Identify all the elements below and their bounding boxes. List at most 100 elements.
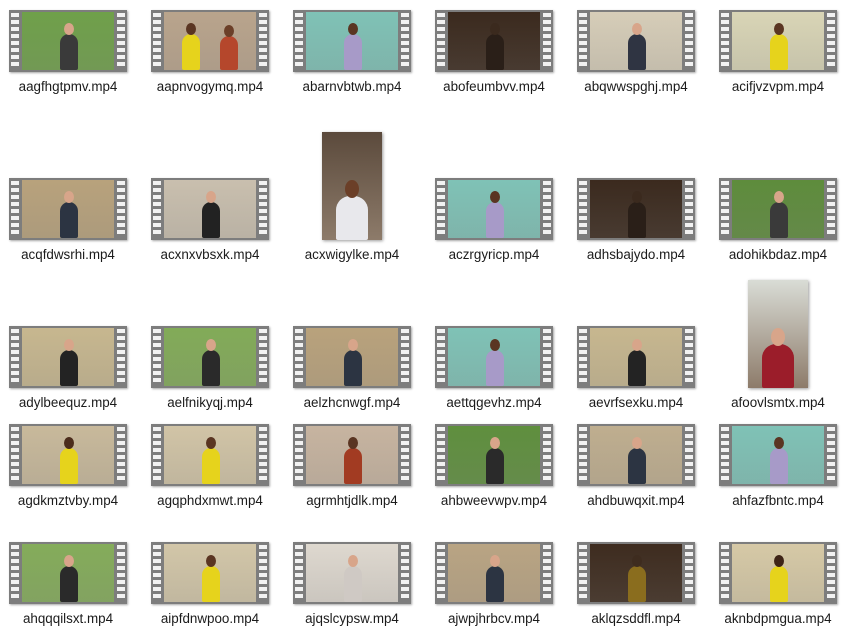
film-sprocket-left [437, 545, 445, 601]
file-name-label: aipfdnwpoo.mp4 [160, 611, 260, 626]
file-thumbnail[interactable] [2, 326, 134, 388]
file-item[interactable]: acqfdwsrhi.mp4 [2, 178, 134, 263]
file-name-label: ahqqqilsxt.mp4 [22, 611, 114, 626]
file-item[interactable]: aevrfsexku.mp4 [570, 326, 702, 411]
file-thumbnail[interactable] [712, 424, 842, 486]
file-thumbnail[interactable] [712, 10, 842, 72]
file-thumbnail[interactable] [712, 280, 842, 388]
file-thumbnail[interactable] [2, 10, 134, 72]
video-thumbnail-icon [577, 542, 695, 604]
video-frame [164, 544, 256, 602]
file-item[interactable]: aelzhcnwgf.mp4 [286, 326, 418, 411]
film-sprocket-right [117, 427, 125, 483]
file-item[interactable]: acxnxvbsxk.mp4 [144, 178, 276, 263]
file-item[interactable]: aapnvogymq.mp4 [144, 10, 276, 95]
file-thumbnail[interactable] [286, 424, 418, 486]
file-thumbnail[interactable] [428, 10, 560, 72]
file-item[interactable]: ahqqqilsxt.mp4 [2, 542, 134, 627]
file-name-label: agrmhtjdlk.mp4 [306, 493, 398, 508]
file-thumbnail[interactable] [428, 424, 560, 486]
file-item[interactable]: ajwpjhrbcv.mp4 [428, 542, 560, 627]
file-thumbnail[interactable] [570, 424, 702, 486]
film-sprocket-left [721, 13, 729, 69]
video-frame [732, 12, 824, 70]
file-name-label: aagfhgtpmv.mp4 [18, 79, 118, 94]
file-name-label: adylbeequz.mp4 [18, 395, 118, 410]
file-thumbnail[interactable] [428, 326, 560, 388]
file-item[interactable]: agdkmztvby.mp4 [2, 424, 134, 509]
file-item[interactable]: adylbeequz.mp4 [2, 326, 134, 411]
file-item[interactable]: aknbdpmgua.mp4 [712, 542, 842, 627]
film-sprocket-right [827, 181, 835, 237]
file-item[interactable]: acifjvzvpm.mp4 [712, 10, 842, 95]
file-item[interactable]: aklqzsddfl.mp4 [570, 542, 702, 627]
video-thumbnail-icon [9, 424, 127, 486]
film-sprocket-left [153, 427, 161, 483]
file-item[interactable]: aipfdnwpoo.mp4 [144, 542, 276, 627]
file-item[interactable]: ahbweevwpv.mp4 [428, 424, 560, 509]
film-sprocket-left [579, 181, 587, 237]
file-thumbnail[interactable] [286, 10, 418, 72]
file-item[interactable]: aelfnikyqj.mp4 [144, 326, 276, 411]
file-name-label: acifjvzvpm.mp4 [731, 79, 825, 94]
file-item[interactable]: adohikbdaz.mp4 [712, 178, 842, 263]
video-frame [22, 426, 114, 484]
file-thumbnail[interactable] [286, 542, 418, 604]
file-thumbnail[interactable] [286, 326, 418, 388]
video-frame [164, 328, 256, 386]
video-thumbnail-icon [151, 542, 269, 604]
file-item[interactable]: aettqgevhz.mp4 [428, 326, 560, 411]
file-thumbnail[interactable] [570, 10, 702, 72]
file-thumbnail[interactable] [144, 326, 276, 388]
video-frame [306, 328, 398, 386]
video-frame [22, 544, 114, 602]
film-sprocket-left [11, 427, 19, 483]
file-item[interactable]: agrmhtjdlk.mp4 [286, 424, 418, 509]
video-frame [448, 328, 540, 386]
film-sprocket-right [685, 545, 693, 601]
film-sprocket-right [259, 13, 267, 69]
file-name-label: acqfdwsrhi.mp4 [21, 247, 115, 262]
file-thumbnail[interactable] [712, 542, 842, 604]
file-item[interactable]: agqphdxmwt.mp4 [144, 424, 276, 509]
video-frame [448, 180, 540, 238]
film-sprocket-left [579, 545, 587, 601]
film-sprocket-left [437, 427, 445, 483]
file-item[interactable]: ahfazfbntc.mp4 [712, 424, 842, 509]
file-item[interactable]: acxwigylke.mp4 [286, 132, 418, 263]
file-thumbnail[interactable] [144, 542, 276, 604]
file-thumbnail[interactable] [570, 326, 702, 388]
file-thumbnail[interactable] [144, 424, 276, 486]
file-item[interactable]: abarnvbtwb.mp4 [286, 10, 418, 95]
file-name-label: adohikbdaz.mp4 [728, 247, 828, 262]
file-thumbnail[interactable] [2, 424, 134, 486]
file-thumbnail[interactable] [570, 178, 702, 240]
file-thumbnail[interactable] [2, 542, 134, 604]
video-frame [164, 426, 256, 484]
file-item[interactable]: abqwwspghj.mp4 [570, 10, 702, 95]
file-thumbnail[interactable] [570, 542, 702, 604]
file-item[interactable]: afoovlsmtx.mp4 [712, 280, 842, 411]
file-item[interactable]: ahdbuwqxit.mp4 [570, 424, 702, 509]
file-item[interactable]: aczrgyricp.mp4 [428, 178, 560, 263]
file-name-label: acxnxvbsxk.mp4 [160, 247, 260, 262]
film-sprocket-right [401, 427, 409, 483]
film-sprocket-right [543, 545, 551, 601]
file-thumbnail[interactable] [144, 178, 276, 240]
file-item[interactable]: abofeumbvv.mp4 [428, 10, 560, 95]
file-item[interactable]: ajqslcypsw.mp4 [286, 542, 418, 627]
file-grid: aagfhgtpmv.mp4 aapnvogymq.mp4 abarnvbtwb.m… [0, 0, 842, 629]
film-sprocket-left [11, 545, 19, 601]
film-sprocket-left [11, 13, 19, 69]
file-thumbnail[interactable] [2, 178, 134, 240]
file-item[interactable]: adhsbajydo.mp4 [570, 178, 702, 263]
file-thumbnail[interactable] [428, 542, 560, 604]
video-frame [732, 180, 824, 238]
file-thumbnail[interactable] [712, 178, 842, 240]
file-item[interactable]: aagfhgtpmv.mp4 [2, 10, 134, 95]
file-thumbnail[interactable] [286, 132, 418, 240]
file-name-label: adhsbajydo.mp4 [586, 247, 686, 262]
file-thumbnail[interactable] [144, 10, 276, 72]
file-thumbnail[interactable] [428, 178, 560, 240]
file-name-label: agqphdxmwt.mp4 [157, 493, 263, 508]
